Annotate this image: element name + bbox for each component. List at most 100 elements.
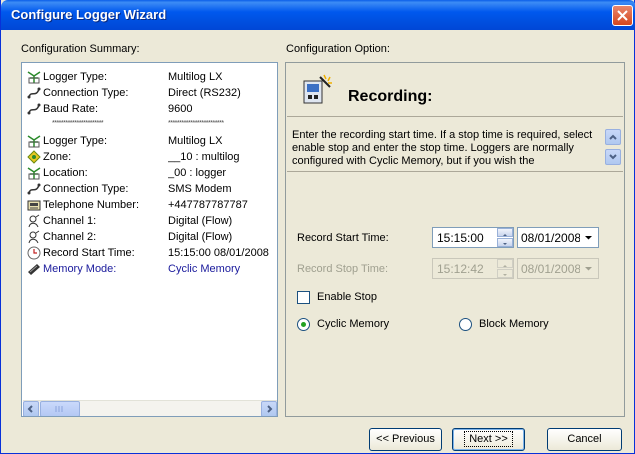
summary-row: Record Start Time: 15:15:00 08/01/2008 bbox=[22, 245, 277, 261]
summary-row: Zone: __10 : multilog bbox=[22, 149, 277, 165]
scroll-left-button[interactable] bbox=[23, 401, 39, 416]
previous-button-label: << Previous bbox=[376, 433, 435, 445]
stop-date-dropdown-button[interactable] bbox=[580, 260, 597, 277]
summary-row: Connection Type: SMS Modem bbox=[22, 181, 277, 197]
summary-row-label: Telephone Number: bbox=[43, 199, 140, 211]
next-button-label: Next >> bbox=[464, 431, 513, 447]
recording-title: Recording: bbox=[348, 88, 433, 105]
connection-icon bbox=[27, 87, 41, 99]
stop-time-value: 15:12:42 bbox=[437, 262, 484, 276]
start-date-value: 08/01/2008 bbox=[521, 231, 582, 245]
summary-row-label: Zone: bbox=[43, 151, 72, 163]
summary-row-label: Logger Type: bbox=[43, 71, 108, 83]
logger-icon bbox=[27, 71, 41, 84]
scroll-right-button[interactable] bbox=[261, 401, 277, 416]
cyclic-memory-label: Cyclic Memory bbox=[317, 318, 390, 330]
summary-row-value: 15:15:00 08/01/2008 bbox=[168, 247, 269, 259]
block-memory-label: Block Memory bbox=[479, 318, 549, 330]
cancel-button[interactable]: Cancel bbox=[547, 428, 622, 451]
summary-separator: *********************** *****************… bbox=[22, 117, 277, 133]
summary-row: Channel 1: Digital (Flow) bbox=[22, 213, 277, 229]
summary-row: Memory Mode: Cyclic Memory bbox=[22, 261, 277, 277]
option-heading: Configuration Option: bbox=[286, 43, 390, 55]
summary-row-label: Connection Type: bbox=[43, 183, 129, 195]
recording-icon bbox=[303, 74, 332, 104]
summary-heading: Configuration Summary: bbox=[21, 43, 140, 55]
connection-icon bbox=[27, 183, 41, 195]
chevron-down-icon bbox=[585, 236, 592, 240]
clock-icon bbox=[27, 246, 41, 260]
summary-row-value: Multilog LX bbox=[168, 135, 223, 147]
recording-description: Enter the recording start time. If a sto… bbox=[292, 129, 593, 167]
block-memory-radio[interactable] bbox=[459, 318, 472, 331]
summary-row-value: ************************* bbox=[168, 120, 224, 127]
summary-row-label: Channel 2: bbox=[43, 231, 97, 243]
spin-up-button[interactable] bbox=[497, 259, 513, 268]
telephone-icon bbox=[27, 200, 41, 211]
chevron-down-icon bbox=[609, 154, 617, 160]
zone-icon bbox=[27, 150, 41, 164]
close-icon bbox=[617, 10, 628, 21]
start-time-value: 15:15:00 bbox=[437, 231, 484, 245]
grip-icon bbox=[55, 406, 63, 412]
chevron-down-icon bbox=[585, 267, 592, 271]
divider bbox=[287, 116, 623, 117]
summary-row-label: *********************** bbox=[52, 120, 104, 127]
summary-row: Baud Rate: 9600 bbox=[22, 101, 277, 117]
stop-time-spinner[interactable] bbox=[497, 259, 513, 278]
summary-row-value: Cyclic Memory bbox=[168, 263, 241, 275]
summary-row-value: Digital (Flow) bbox=[168, 231, 233, 243]
start-date-dropdown-button[interactable] bbox=[580, 229, 597, 246]
horizontal-scrollbar[interactable] bbox=[23, 400, 277, 416]
logger-icon bbox=[27, 135, 41, 148]
start-date-picker[interactable]: 08/01/2008 bbox=[517, 227, 599, 248]
spin-down-button[interactable] bbox=[497, 269, 513, 278]
radio-selected-dot bbox=[301, 322, 306, 327]
summary-row: Logger Type: Multilog LX bbox=[22, 69, 277, 85]
cancel-button-label: Cancel bbox=[567, 433, 602, 445]
summary-row-value: 9600 bbox=[168, 103, 193, 115]
summary-row-value: +447787787787 bbox=[168, 199, 248, 211]
stop-date-picker[interactable]: 08/01/2008 bbox=[517, 258, 599, 279]
stop-time-input[interactable]: 15:12:42 bbox=[432, 258, 514, 279]
previous-button[interactable]: << Previous bbox=[369, 428, 442, 451]
configuration-option-panel: Recording: Enter the recording start tim… bbox=[285, 62, 625, 417]
memory-icon bbox=[28, 264, 40, 275]
scroll-up-button[interactable] bbox=[605, 129, 621, 145]
connection-icon bbox=[27, 103, 41, 115]
summary-row: Channel 2: Digital (Flow) bbox=[22, 229, 277, 245]
spin-up-button[interactable] bbox=[497, 228, 513, 237]
close-button[interactable] bbox=[612, 5, 633, 26]
next-button[interactable]: Next >> bbox=[452, 428, 525, 451]
arrow-down-icon bbox=[503, 274, 507, 276]
description-scrollbar[interactable] bbox=[605, 129, 621, 169]
summary-row-value: SMS Modem bbox=[168, 183, 232, 195]
stop-date-value: 08/01/2008 bbox=[521, 262, 582, 276]
scroll-thumb[interactable] bbox=[40, 401, 80, 416]
enable-stop-checkbox[interactable] bbox=[297, 291, 310, 304]
summary-row-label: Memory Mode: bbox=[43, 263, 117, 275]
spin-down-button[interactable] bbox=[497, 238, 513, 247]
logger-icon bbox=[27, 167, 41, 180]
recording-settings: Record Start Time: 15:15:00 08/01/2008 R… bbox=[287, 171, 623, 416]
chevron-up-icon bbox=[609, 134, 617, 140]
summary-row: Location: _00 : logger bbox=[22, 165, 277, 181]
scroll-down-button[interactable] bbox=[605, 149, 621, 165]
configuration-summary-list[interactable]: Logger Type: Multilog LX Connection Type: D… bbox=[21, 62, 278, 417]
start-time-spinner[interactable] bbox=[497, 228, 513, 247]
description-box: Enter the recording start time. If a sto… bbox=[287, 122, 623, 170]
summary-row-label: Logger Type: bbox=[43, 135, 108, 147]
cyclic-memory-radio[interactable] bbox=[297, 318, 310, 331]
arrow-up-icon bbox=[503, 234, 507, 236]
summary-row-label: Channel 1: bbox=[43, 215, 97, 227]
arrow-up-icon bbox=[503, 265, 507, 267]
stop-time-label: Record Stop Time: bbox=[297, 263, 389, 275]
summary-row-value: Digital (Flow) bbox=[168, 215, 233, 227]
chevron-right-icon bbox=[267, 405, 273, 413]
summary-row-value: __10 : multilog bbox=[168, 151, 240, 163]
channel-icon bbox=[28, 230, 40, 244]
wizard-window: Configure Logger Wizard Configuration Su… bbox=[0, 0, 635, 454]
channel-icon bbox=[28, 214, 40, 228]
start-time-input[interactable]: 15:15:00 bbox=[432, 227, 514, 248]
summary-row-label: Connection Type: bbox=[43, 87, 129, 99]
